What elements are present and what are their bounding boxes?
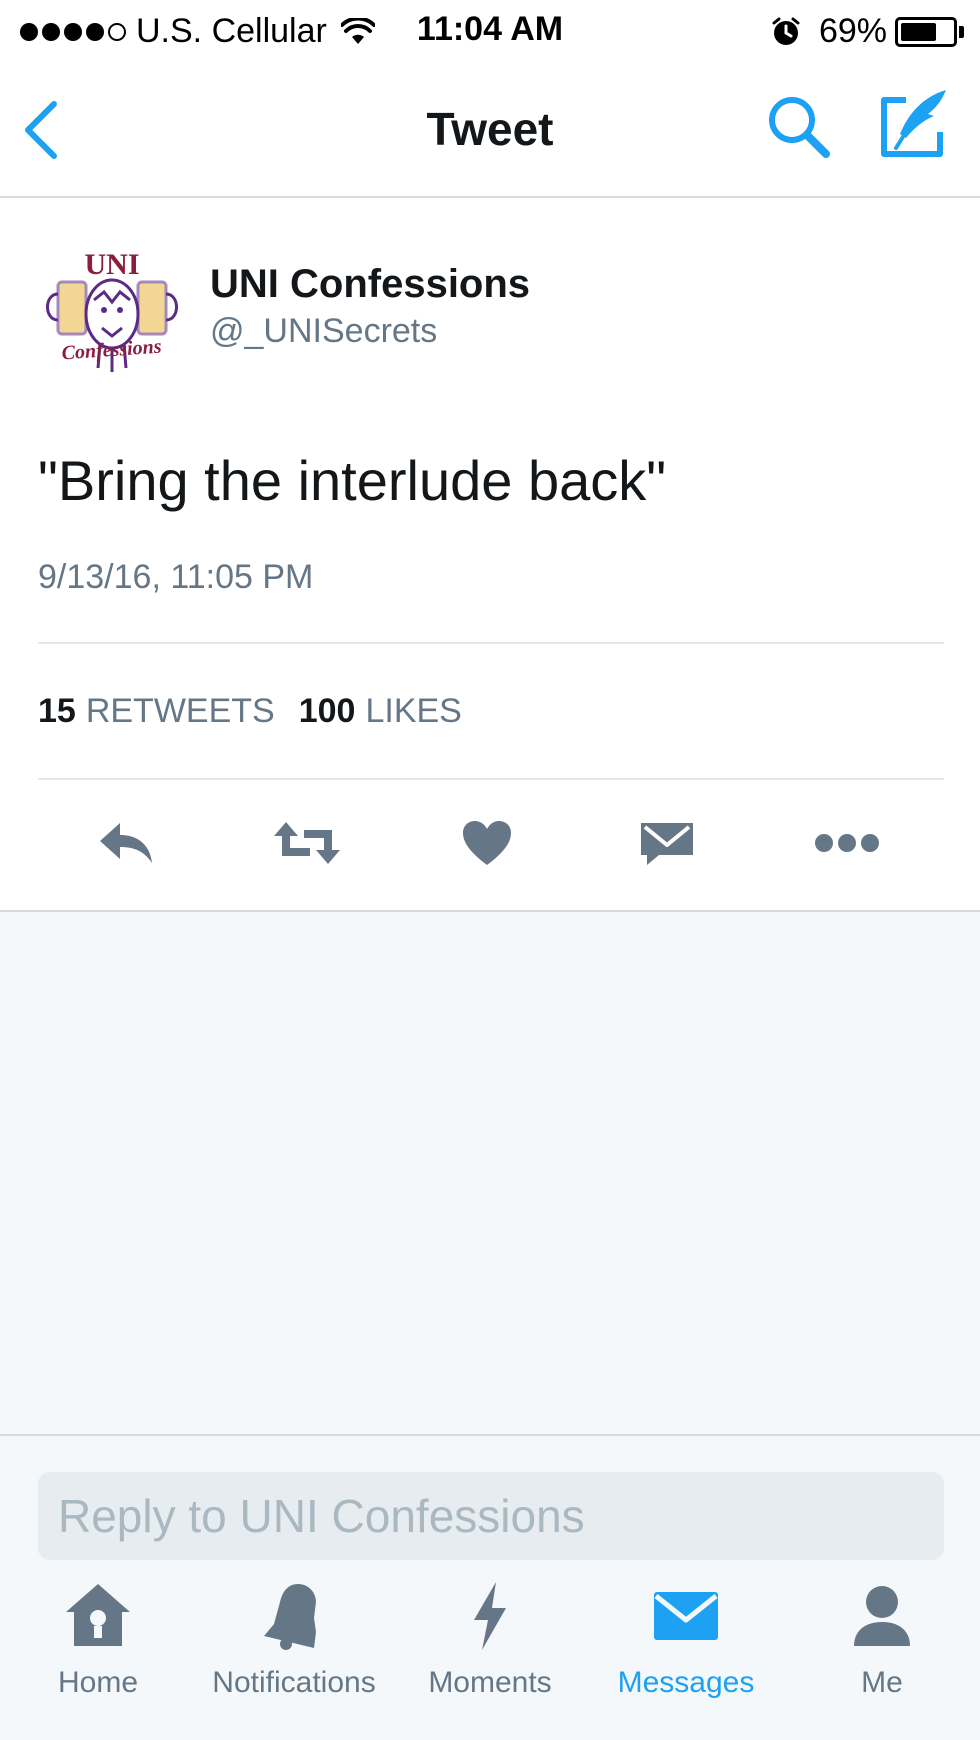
like-button[interactable] [452,808,522,878]
bell-icon [264,1584,316,1650]
direct-message-button[interactable] [632,808,702,878]
tab-me[interactable]: Me [784,1580,980,1730]
retweets-label: RETWEETS [85,692,275,730]
tweet-detail-screen: U.S. Cellular 11:04 AM 69% Tweet UNI Con… [0,0,980,1740]
tab-moments[interactable]: Moments [392,1580,588,1730]
tab-bar: Home Notifications Moments Messages Me [0,1566,980,1740]
tweet-text: "Bring the interlude back" [38,449,667,512]
tweet-card: UNI Confessions UNI Confessions @_UNISec… [0,198,980,912]
reply-bar [0,1434,980,1566]
tweet-stats: 15 RETWEETS 100 LIKES [38,692,462,731]
tweet-actions [0,808,980,878]
divider [38,778,944,780]
envelope-icon [654,1592,718,1640]
tab-home[interactable]: Home [0,1580,196,1730]
battery-icon [895,16,964,47]
tab-moments-label: Moments [428,1666,552,1699]
home-icon [66,1584,130,1646]
user-handle[interactable]: @_UNISecrets [210,312,437,351]
tab-messages[interactable]: Messages [588,1580,784,1730]
lightning-icon [474,1582,506,1650]
reply-button[interactable] [92,808,162,878]
direct-message-icon [641,823,693,865]
alarm-clock-icon [772,17,800,45]
retweet-icon [274,822,340,864]
tab-me-label: Me [861,1666,903,1699]
retweet-button[interactable] [272,808,342,878]
avatar[interactable]: UNI Confessions [38,244,186,392]
status-right: 69% [771,12,964,51]
reply-icon [100,823,152,863]
divider [38,642,944,644]
likes-stat[interactable]: 100 LIKES [299,692,462,731]
reply-input[interactable] [38,1472,944,1560]
empty-content-area [0,912,980,1434]
compose-icon[interactable] [876,88,950,162]
user-name[interactable]: UNI Confessions [210,262,530,307]
retweets-count: 15 [38,692,76,730]
likes-label: LIKES [365,692,462,730]
person-icon [854,1586,910,1646]
status-bar: U.S. Cellular 11:04 AM 69% [0,0,980,64]
likes-count: 100 [298,692,356,730]
nav-bar: Tweet [0,64,980,198]
tab-notifications-label: Notifications [212,1666,376,1699]
tweet-timestamp: 9/13/16, 11:05 PM [38,558,314,596]
tab-messages-label: Messages [617,1666,755,1699]
tab-notifications[interactable]: Notifications [196,1580,392,1730]
battery-percent: 69% [818,12,887,50]
like-icon [463,821,511,865]
search-icon[interactable] [764,92,836,164]
retweets-stat[interactable]: 15 RETWEETS [38,692,275,731]
avatar-text-bottom: Confessions [61,336,163,365]
battery-level-fill [901,22,936,41]
more-button[interactable] [812,808,882,878]
more-icon [815,834,879,852]
tab-home-label: Home [57,1666,139,1699]
avatar-text-top: UNI [84,248,139,281]
